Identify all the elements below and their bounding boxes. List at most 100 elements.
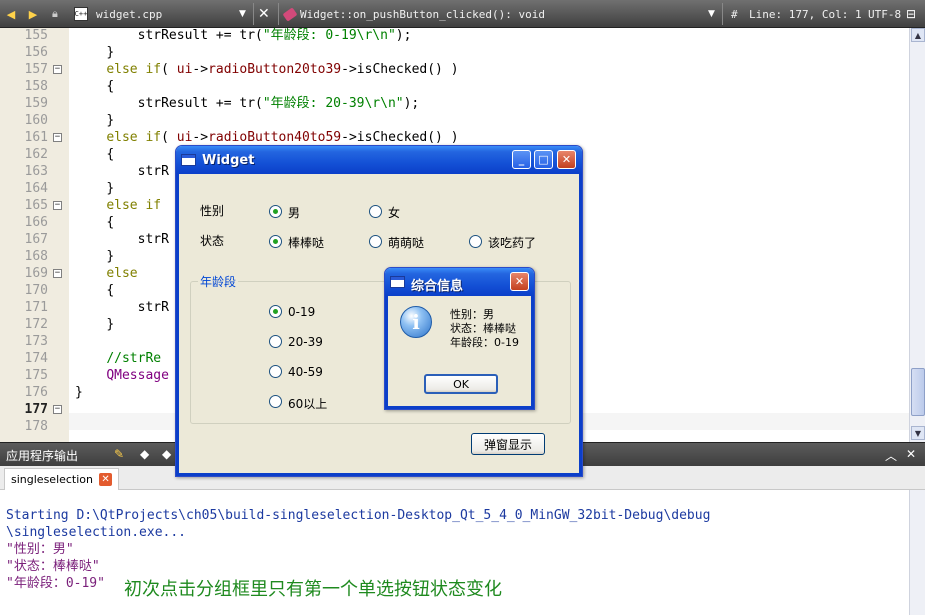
line-number: 177	[24, 402, 48, 417]
code-token: else if	[106, 130, 162, 145]
radio-age-20-39-label[interactable]: 20-39	[288, 335, 323, 349]
code-token: }	[106, 181, 115, 196]
code-line: strResult += tr("年龄段: 20-39\r\n");	[75, 95, 420, 112]
radio-male[interactable]	[269, 205, 282, 218]
code-token: {	[106, 79, 115, 94]
split-icon: ⊟	[906, 7, 917, 21]
maximize-button[interactable]: □	[534, 150, 553, 169]
radio-age-60-plus-label[interactable]: 60以上	[288, 395, 327, 412]
code-token: (	[161, 62, 177, 77]
radio-age-40-59-label[interactable]: 40-59	[288, 365, 323, 379]
code-line: else	[75, 265, 137, 282]
tab-label: singleselection	[11, 473, 94, 486]
code-token: );	[395, 28, 412, 43]
close-pane-icon[interactable]: ✕	[906, 447, 916, 461]
code-line: }	[75, 248, 114, 265]
file-name: widget.cpp	[96, 7, 163, 21]
radio-female[interactable]	[369, 205, 382, 218]
fold-marker-icon[interactable]: −	[53, 65, 62, 74]
minimize-button[interactable]: _	[512, 150, 531, 169]
radio-age-20-39[interactable]	[269, 335, 282, 348]
radio-age-0-19[interactable]	[269, 305, 282, 318]
line-number: 156	[24, 45, 48, 60]
output-line: Starting D:\QtProjects\ch05\build-single…	[6, 508, 711, 523]
code-token: }	[106, 113, 115, 128]
arrow-left-icon: ◀	[6, 7, 16, 21]
code-token: strR	[137, 300, 169, 315]
annotation-text: 初次点击分组框里只有第一个单选按钮状态变化	[124, 579, 502, 600]
fold-marker-icon[interactable]: −	[53, 405, 62, 414]
split-button[interactable]: ⊟	[906, 0, 916, 28]
line-number: 167	[24, 232, 48, 247]
code-line: }	[75, 316, 114, 333]
code-line: }	[75, 384, 83, 401]
prev-item-icon[interactable]: ◆	[140, 447, 149, 461]
tab-singleselection[interactable]: singleselection ✕	[4, 468, 120, 490]
code-token: }	[106, 45, 115, 60]
radio-gaichiyao[interactable]	[469, 235, 482, 248]
output-scrollbar[interactable]	[909, 490, 925, 615]
radio-age-40-59[interactable]	[269, 365, 282, 378]
radio-mengmengda-label[interactable]: 萌萌哒	[388, 234, 424, 251]
radio-gaichiyao-label[interactable]: 该吃药了	[488, 234, 536, 251]
cursor-position[interactable]: Line: 177, Col: 1	[749, 0, 862, 28]
message-box-title: 综合信息	[411, 279, 464, 294]
file-selector[interactable]: widget.cpp	[96, 0, 162, 28]
function-dropdown-button[interactable]: ▼	[708, 0, 715, 28]
maximize-icon: □	[538, 153, 549, 166]
radio-male-label[interactable]: 男	[288, 204, 300, 221]
back-button[interactable]: ◀	[4, 0, 18, 28]
line-number: 155	[24, 28, 48, 43]
scroll-down-button[interactable]: ▼	[911, 426, 925, 440]
scroll-up-button[interactable]: ▲	[911, 28, 925, 42]
close-tab-icon[interactable]: ✕	[99, 473, 113, 486]
code-token: {	[106, 147, 115, 162]
close-button[interactable]: ✕	[557, 150, 576, 169]
line-number: 173	[24, 334, 48, 349]
line-number: 171	[24, 300, 48, 315]
close-document-button[interactable]: ✕	[258, 0, 270, 28]
message-close-button[interactable]: ✕	[510, 272, 529, 291]
ok-button[interactable]: OK	[424, 374, 498, 394]
code-token: "年龄段: 0-19\r\n"	[262, 28, 396, 43]
popup-button[interactable]: 弹窗显示	[471, 433, 545, 455]
fold-marker-icon[interactable]: −	[53, 201, 62, 210]
scroll-thumb[interactable]	[911, 368, 925, 416]
message-box-title-bar[interactable]: 综合信息 ✕	[385, 268, 534, 296]
function-selector[interactable]: Widget::on_pushButton_clicked(): void	[300, 0, 545, 28]
radio-age-0-19-label[interactable]: 0-19	[288, 305, 315, 319]
file-dropdown-button[interactable]: ▼	[239, 0, 246, 28]
next-item-icon[interactable]: ◆	[162, 447, 171, 461]
code-line: {	[75, 146, 114, 163]
code-token: strR	[137, 164, 169, 179]
editor-scrollbar[interactable]: ▲ ▼	[909, 28, 925, 442]
radio-age-60-plus[interactable]	[269, 395, 282, 408]
fold-marker-icon[interactable]: −	[53, 133, 62, 142]
maximize-pane-icon[interactable]: ︿	[885, 447, 897, 464]
fold-marker-icon[interactable]: −	[53, 269, 62, 278]
code-line: //strRe	[75, 350, 161, 367]
code-line: {	[75, 214, 114, 231]
code-token: }	[106, 249, 115, 264]
radio-bangbangda-label[interactable]: 棒棒哒	[288, 234, 324, 251]
clear-output-icon[interactable]: ✎	[114, 447, 124, 461]
code-token: ui	[176, 62, 193, 77]
output-line: "年龄段：0-19"	[6, 576, 105, 591]
encoding-selector[interactable]: UTF-8	[868, 0, 901, 28]
widget-title-bar[interactable]: Widget _ □ ✕	[176, 146, 582, 174]
radio-mengmengda[interactable]	[369, 235, 382, 248]
close-icon: ✕	[514, 275, 525, 288]
code-token: ->isChecked() )	[341, 130, 459, 145]
radio-female-label[interactable]: 女	[388, 204, 400, 221]
radio-bangbangda[interactable]	[269, 235, 282, 248]
forward-button[interactable]: ▶	[26, 0, 40, 28]
